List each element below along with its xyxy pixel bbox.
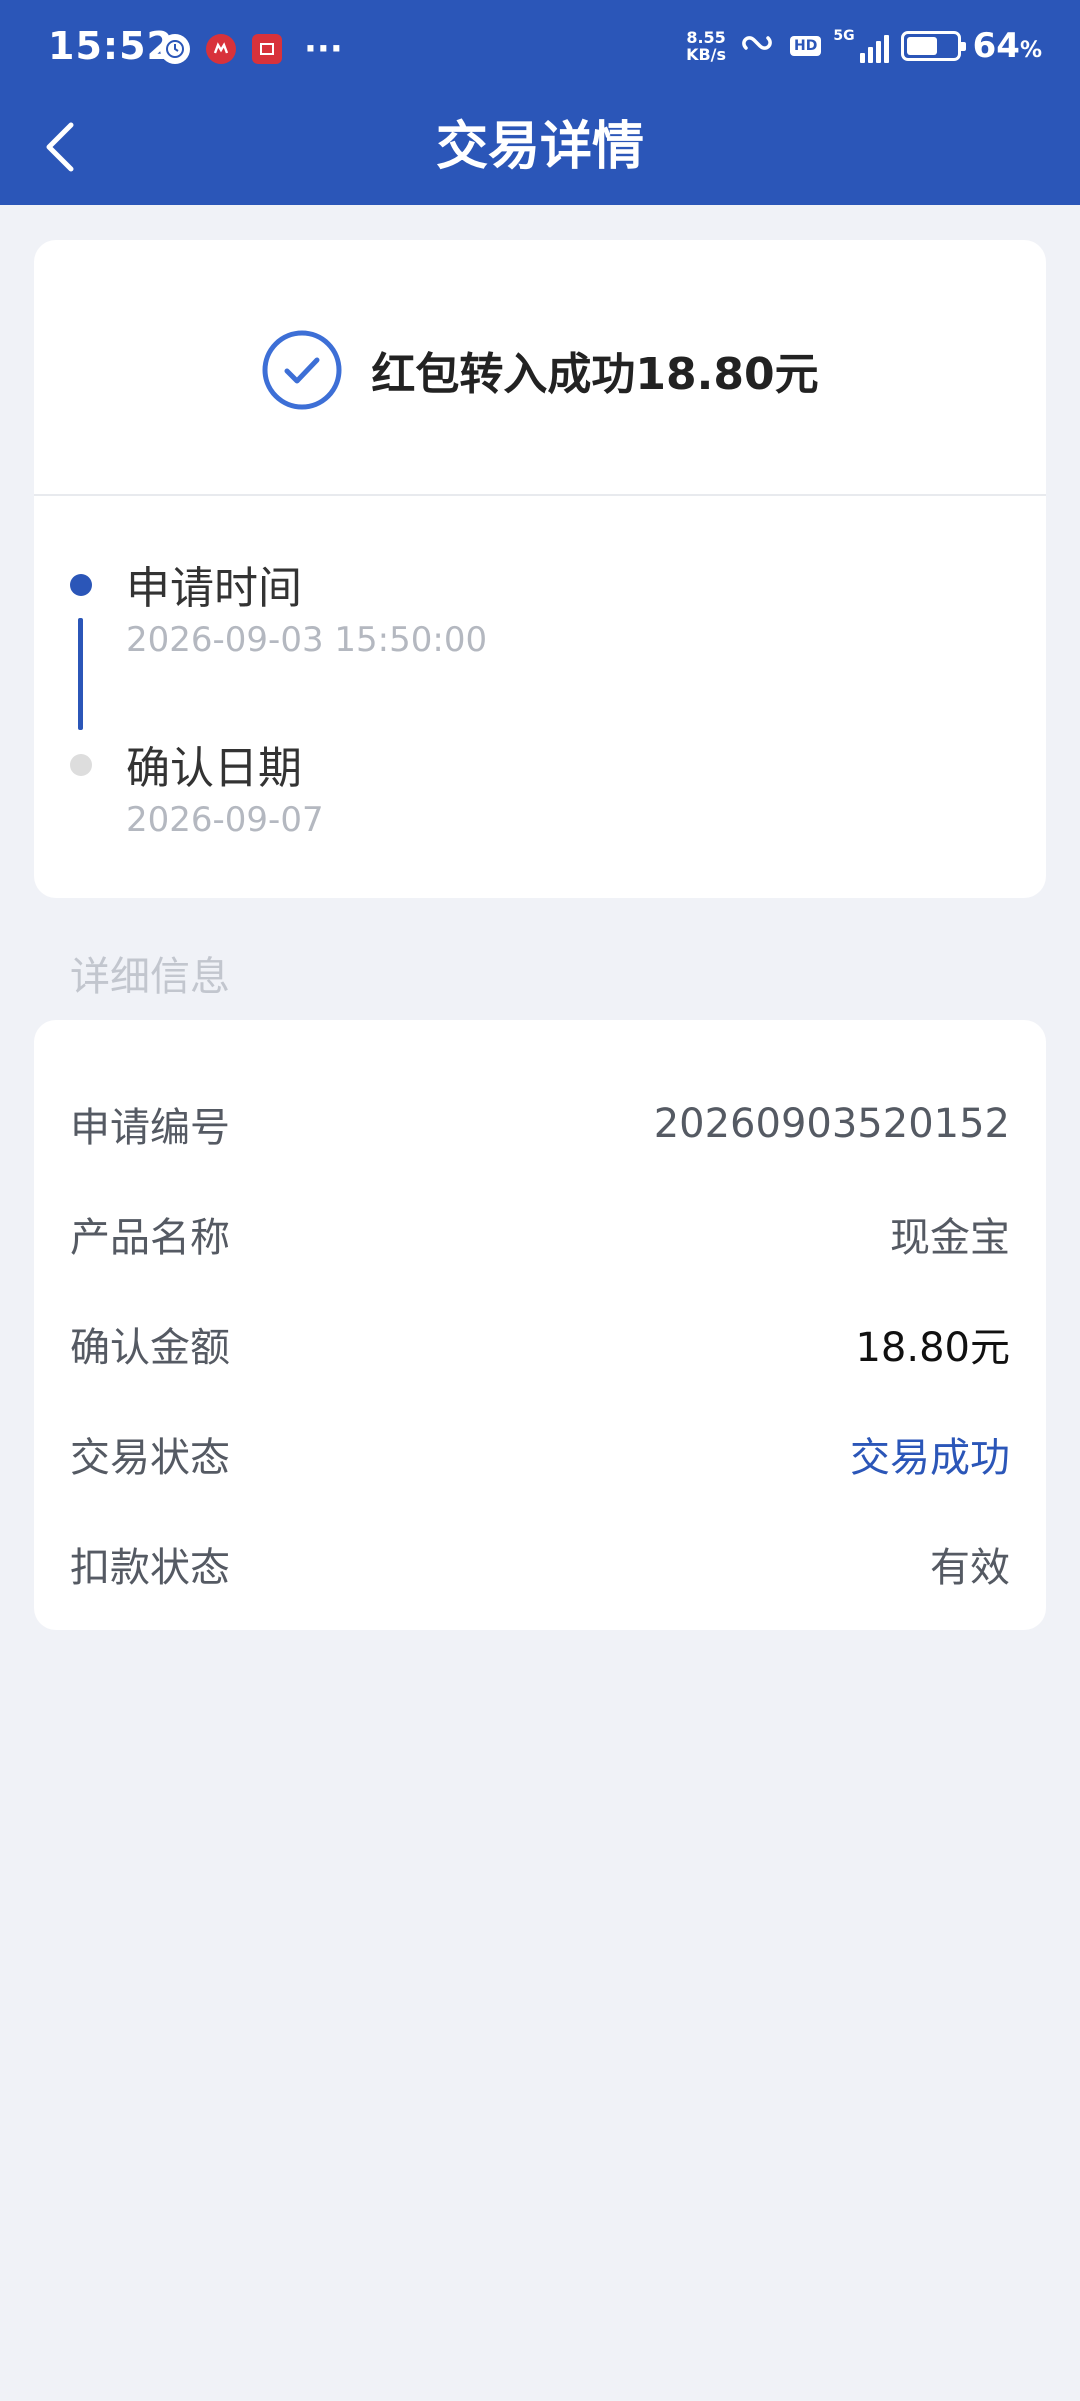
network-speed: 8.55 KB/s	[686, 29, 726, 63]
link-icon	[738, 30, 778, 62]
check-circle-icon	[262, 330, 342, 410]
detail-value: 20260903520152	[653, 1101, 1010, 1147]
notification-icons: ···	[160, 29, 343, 69]
status-right: 8.55 KB/s HD 5G 64%	[686, 26, 1042, 66]
detail-row-confirmed-amount: 确认金额 18.80元	[70, 1304, 1010, 1384]
battery-percent: 64%	[973, 26, 1042, 66]
detail-label: 确认金额	[70, 1325, 230, 1371]
battery-percent-unit: %	[1019, 38, 1042, 63]
detail-label: 交易状态	[70, 1435, 230, 1481]
app-notification-icon	[252, 34, 282, 64]
detail-value: 交易成功	[850, 1435, 1010, 1481]
detail-card: 申请编号 20260903520152 产品名称 现金宝 确认金额 18.80元…	[34, 1020, 1046, 1630]
result-row: 红包转入成功18.80元	[34, 320, 1046, 420]
more-notifications-icon: ···	[304, 29, 343, 69]
detail-row-transaction-status: 交易状态 交易成功	[70, 1414, 1010, 1494]
timeline-apply-title: 申请时间	[126, 563, 302, 614]
detail-row-debit-status: 扣款状态 有效	[70, 1524, 1010, 1604]
detail-row-product-name: 产品名称 现金宝	[70, 1194, 1010, 1274]
signal-bar	[867, 47, 873, 63]
timeline-dot-active	[70, 574, 92, 596]
battery-percent-value: 64	[972, 26, 1020, 66]
detail-label: 扣款状态	[70, 1545, 230, 1591]
divider	[34, 494, 1046, 496]
status-bar: 15:52 ··· 8.55 KB/s HD 5G 64%	[0, 0, 1080, 100]
battery-fill	[906, 37, 938, 55]
timeline-confirm-title: 确认日期	[126, 743, 302, 794]
signal-icon: 5G	[833, 28, 889, 63]
detail-value: 有效	[930, 1545, 1010, 1591]
network-speed-unit: KB/s	[686, 45, 727, 64]
clock-notification-icon	[160, 34, 190, 64]
timeline-dot-pending	[70, 754, 92, 776]
timeline-line	[78, 618, 83, 730]
bank-app-notification-icon	[206, 34, 236, 64]
hd-badge: HD	[790, 36, 822, 56]
signal-bar	[875, 41, 881, 63]
detail-row-application-number: 申请编号 20260903520152	[70, 1084, 1010, 1164]
signal-label: 5G	[833, 28, 855, 44]
signal-bar	[859, 53, 865, 63]
page-title: 交易详情	[435, 117, 644, 177]
detail-value: 18.80元	[855, 1325, 1010, 1371]
detail-label: 申请编号	[70, 1105, 230, 1151]
detail-value: 现金宝	[890, 1215, 1010, 1261]
network-speed-value: 8.55	[686, 28, 726, 47]
header: 15:52 ··· 8.55 KB/s HD 5G 64% 交易详情	[0, 0, 1080, 205]
status-time: 15:52	[48, 24, 174, 68]
timeline-apply-time: 2026-09-03 15:50:00	[126, 620, 488, 660]
signal-bar	[883, 35, 889, 63]
result-text: 红包转入成功18.80元	[371, 349, 819, 400]
transaction-status-card: 红包转入成功18.80元 申请时间 2026-09-03 15:50:00 确认…	[34, 240, 1046, 898]
timeline-confirm-date: 2026-09-07	[126, 800, 324, 840]
battery-icon	[900, 31, 966, 61]
section-label: 详细信息	[70, 954, 230, 1000]
detail-label: 产品名称	[70, 1215, 230, 1261]
